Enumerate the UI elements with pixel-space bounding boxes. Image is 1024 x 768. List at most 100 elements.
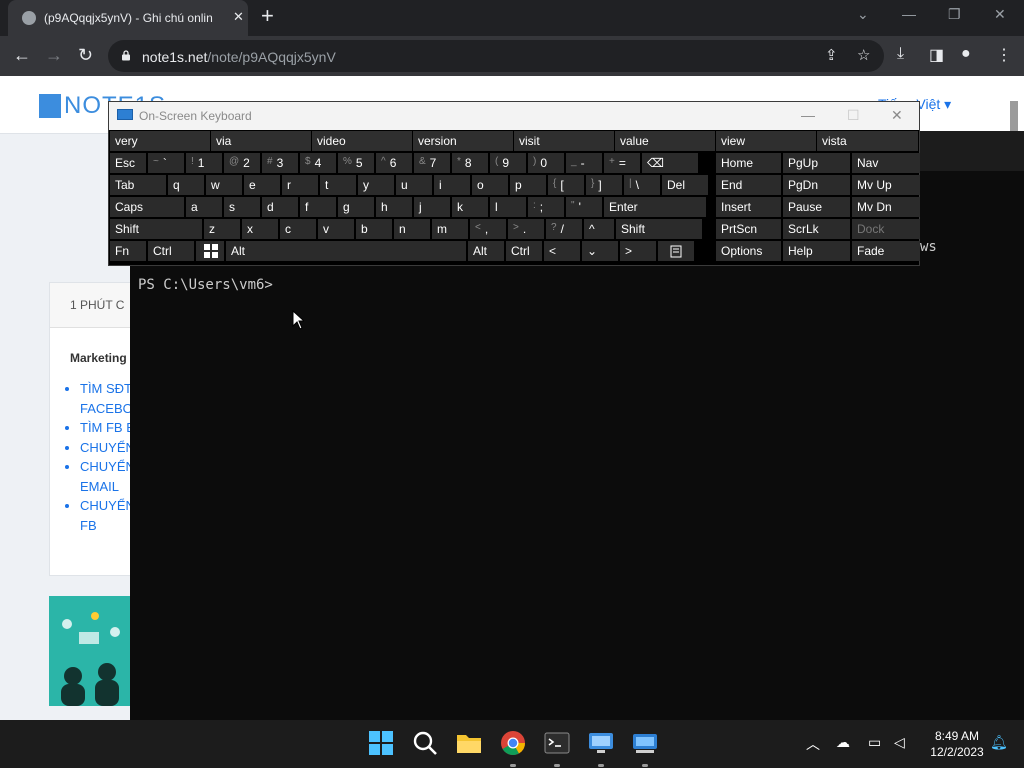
key-j[interactable]: j — [414, 197, 450, 217]
key-2[interactable]: @2 — [224, 153, 260, 173]
key-o[interactable]: o — [472, 175, 508, 195]
windows-start-icon[interactable] — [368, 730, 394, 756]
key-up-arrow[interactable]: ^ — [584, 219, 614, 239]
key-4[interactable]: $4 — [300, 153, 336, 173]
close-window-button[interactable]: ✕ — [994, 6, 1006, 23]
key-w[interactable]: w — [206, 175, 242, 195]
address-bar[interactable]: note1s.net/note/p9AQqqjx5ynV ⇪ ☆ — [108, 40, 884, 72]
key-6[interactable]: ^ 6 — [376, 153, 412, 173]
key-pgup[interactable]: PgUp — [783, 153, 850, 173]
tab-close-icon[interactable]: ✕ — [233, 9, 244, 25]
key-g[interactable]: g — [338, 197, 374, 217]
key-z[interactable]: z — [204, 219, 240, 239]
key-t[interactable]: t — [320, 175, 356, 195]
key-options[interactable]: Options — [716, 241, 781, 261]
key-3[interactable]: #3 — [262, 153, 298, 173]
key-ctrl-right[interactable]: Ctrl — [506, 241, 542, 261]
key-alt[interactable]: Alt — [226, 241, 466, 261]
key-c[interactable]: c — [280, 219, 316, 239]
notification-bell-icon[interactable]: 🔔︎ — [990, 734, 1008, 751]
key-b[interactable]: b — [356, 219, 392, 239]
key-x[interactable]: x — [242, 219, 278, 239]
network-icon[interactable]: ▭ — [868, 734, 881, 751]
tab-search-icon[interactable]: ⌄ — [857, 6, 869, 23]
key-0[interactable]: ) 0 — [528, 153, 564, 173]
key-pgdn[interactable]: PgDn — [783, 175, 850, 195]
key-'[interactable]: " ' — [566, 197, 602, 217]
windows-key-icon[interactable] — [196, 241, 224, 261]
key-/[interactable]: ? / — [546, 219, 582, 239]
new-tab-button[interactable]: + — [261, 5, 274, 27]
menu-key-icon[interactable] — [658, 241, 694, 261]
chrome-icon[interactable] — [500, 730, 526, 756]
chevron-up-icon[interactable]: ︿ — [806, 734, 820, 754]
remote-desktop-icon[interactable] — [588, 730, 614, 756]
bookmark-star-icon[interactable]: ☆ — [857, 46, 870, 64]
key-;[interactable]: :; — [528, 197, 564, 217]
key-9[interactable]: (9 — [490, 153, 526, 173]
prediction-visit[interactable]: visit — [514, 131, 614, 151]
search-icon[interactable] — [412, 730, 438, 756]
osk-titlebar[interactable]: On-Screen Keyboard — ☐ ✕ — [109, 102, 919, 130]
key-7[interactable]: & 7 — [414, 153, 450, 173]
osk-minimize-button[interactable]: — — [801, 107, 815, 123]
restore-button[interactable]: ❐ — [948, 6, 961, 23]
osk-maximize-button[interactable]: ☐ — [847, 107, 860, 124]
key-alt-right[interactable]: Alt — [468, 241, 504, 261]
key-h[interactable]: h — [376, 197, 412, 217]
key-esc[interactable]: Esc — [110, 153, 146, 173]
osk-close-button[interactable]: ✕ — [891, 107, 903, 124]
key-help[interactable]: Help — [783, 241, 850, 261]
key-f[interactable]: f — [300, 197, 336, 217]
clock[interactable]: 8:49 AM 12/2/2023 — [926, 728, 988, 760]
terminal-icon[interactable] — [544, 730, 570, 756]
key-pause[interactable]: Pause — [783, 197, 850, 217]
key-down-arrow[interactable]: ⌄ — [582, 241, 618, 261]
key-.[interactable]: >. — [508, 219, 544, 239]
key-n[interactable]: n — [394, 219, 430, 239]
key-d[interactable]: d — [262, 197, 298, 217]
key-left-arrow[interactable]: < — [544, 241, 580, 261]
key-e[interactable]: e — [244, 175, 280, 195]
key-ctrl[interactable]: Ctrl — [148, 241, 194, 261]
key-r[interactable]: r — [282, 175, 318, 195]
key-fn[interactable]: Fn — [110, 241, 146, 261]
key-end[interactable]: End — [716, 175, 781, 195]
key-u[interactable]: u — [396, 175, 432, 195]
key-right-arrow[interactable]: > — [620, 241, 656, 261]
key-Del[interactable]: Del — [662, 175, 708, 195]
key-scrlk[interactable]: ScrLk — [783, 219, 850, 239]
page-scrollbar[interactable] — [1010, 101, 1018, 131]
key-8[interactable]: * 8 — [452, 153, 488, 173]
key-k[interactable]: k — [452, 197, 488, 217]
key-caps[interactable]: Caps — [110, 197, 184, 217]
key-=[interactable]: + = — [604, 153, 640, 173]
key-dock[interactable]: Dock — [852, 219, 920, 239]
prediction-very[interactable]: very — [110, 131, 210, 151]
key-m[interactable]: m — [432, 219, 468, 239]
key-mv-up[interactable]: Mv Up — [852, 175, 920, 195]
key-5[interactable]: % 5 — [338, 153, 374, 173]
key-fade[interactable]: Fade — [852, 241, 920, 261]
key-a[interactable]: a — [186, 197, 222, 217]
browser-tab[interactable]: (p9AQqqjx5ynV) - Ghi chú onlin ✕ — [8, 0, 248, 36]
key-,[interactable]: <, — [470, 219, 506, 239]
menu-kebab-icon[interactable]: ⋮ — [996, 45, 1012, 65]
key-Tab[interactable]: Tab — [110, 175, 166, 195]
download-icon[interactable]: ⤓ — [897, 45, 904, 63]
key-v[interactable]: v — [318, 219, 354, 239]
key-nav[interactable]: Nav — [852, 153, 920, 173]
key-1[interactable]: ! 1 — [186, 153, 222, 173]
key-p[interactable]: p — [510, 175, 546, 195]
forward-arrow-icon[interactable]: → — [45, 44, 63, 66]
key-insert[interactable]: Insert — [716, 197, 781, 217]
key-home[interactable]: Home — [716, 153, 781, 173]
key-mv-dn[interactable]: Mv Dn — [852, 197, 920, 217]
promo-image[interactable] — [49, 596, 131, 706]
prediction-view[interactable]: view — [716, 131, 816, 151]
back-arrow-icon[interactable]: ← — [13, 44, 31, 66]
terminal-prompt[interactable]: PS C:\Users\vm6> — [138, 277, 273, 293]
key-][interactable]: }] — [586, 175, 622, 195]
prediction-via[interactable]: via — [211, 131, 311, 151]
key-s[interactable]: s — [224, 197, 260, 217]
